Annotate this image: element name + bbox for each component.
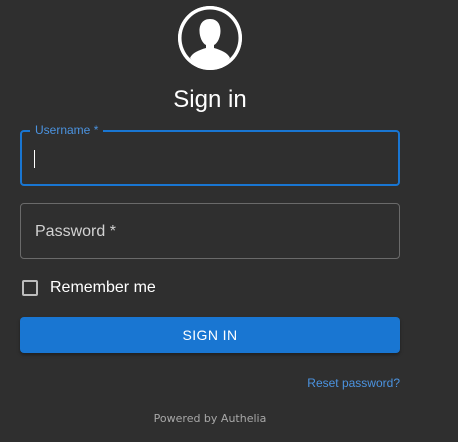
remember-me-checkbox[interactable] bbox=[22, 280, 38, 296]
reset-password-link[interactable]: Reset password? bbox=[307, 376, 400, 390]
text-caret bbox=[34, 150, 35, 168]
sign-in-button[interactable]: SIGN IN bbox=[20, 317, 400, 353]
username-label: Username * bbox=[30, 123, 104, 137]
password-field[interactable]: Password * bbox=[20, 203, 400, 259]
remember-me-row[interactable]: Remember me bbox=[20, 277, 156, 299]
remember-me-label[interactable]: Remember me bbox=[50, 279, 156, 297]
page-title: Sign in bbox=[173, 86, 247, 113]
username-field[interactable]: Username * bbox=[20, 123, 400, 186]
powered-by-footer: Powered by Authelia bbox=[153, 412, 267, 425]
password-placeholder: Password * bbox=[35, 223, 116, 240]
user-avatar-icon bbox=[178, 6, 242, 70]
